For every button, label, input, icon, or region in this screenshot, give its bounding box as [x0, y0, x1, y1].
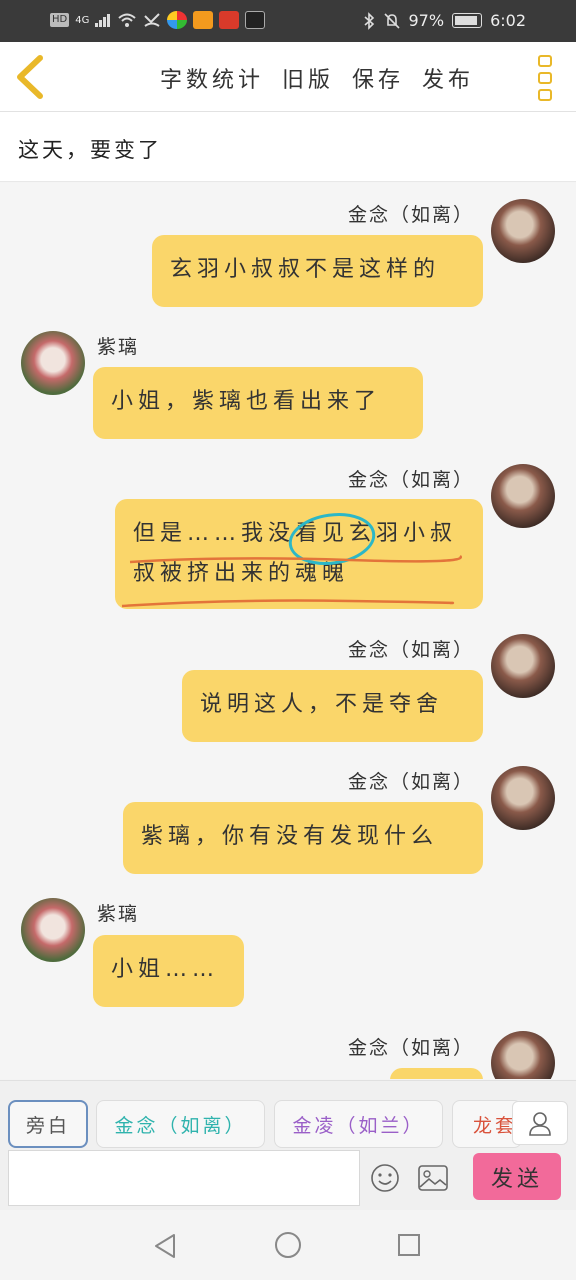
message-bubble[interactable]: 紫璃，你有没有发现什么 — [123, 802, 483, 874]
sender-name: 金念（如离） — [347, 1037, 474, 1059]
speaker-chip-label: 龙套 — [473, 1114, 518, 1137]
emoji-icon[interactable] — [370, 1163, 400, 1193]
nav-recent-icon[interactable] — [398, 1234, 420, 1256]
user-icon — [529, 1112, 551, 1136]
speaker-chip-label: 金凌（如兰） — [292, 1114, 425, 1137]
image-icon[interactable] — [417, 1163, 449, 1193]
sender-name: 金念（如离） — [347, 469, 474, 491]
network-label: 4G — [75, 14, 90, 26]
status-bar: HD 4G 97% 6:02 — [0, 0, 576, 42]
battery-percent: 97% — [408, 11, 445, 30]
avatar[interactable] — [491, 464, 555, 528]
sender-name: 紫璃 — [97, 336, 140, 358]
wifi-icon — [118, 13, 137, 27]
app-icon-2 — [193, 11, 214, 29]
chevron-left-icon — [17, 55, 43, 99]
chapter-title-bar[interactable]: 这天，要变了 — [0, 112, 576, 182]
missed-call-icon — [144, 13, 161, 27]
nav-back-icon[interactable] — [152, 1232, 178, 1260]
bluetooth-icon — [363, 11, 374, 30]
speaker-selector: 旁白 金念（如离） 金凌（如兰） 龙套 — [0, 1080, 576, 1150]
publish-button[interactable]: 发布 — [422, 62, 474, 94]
save-button[interactable]: 保存 — [352, 62, 404, 94]
avatar[interactable] — [21, 331, 85, 395]
nav-home-icon[interactable] — [275, 1232, 301, 1258]
message-bubble[interactable]: 小姐，紫璃也看出来了 — [93, 367, 423, 439]
word-count-button[interactable]: 字数统计 — [160, 62, 264, 94]
speaker-chip-label: 金念（如离） — [114, 1114, 247, 1137]
handwriting-annotation — [121, 513, 463, 608]
battery-icon — [452, 13, 483, 28]
send-button[interactable]: 发送 — [473, 1153, 561, 1200]
speaker-chip-label: 旁白 — [25, 1114, 70, 1137]
sender-name: 紫璃 — [97, 903, 140, 925]
top-nav: 字数统计 旧版 保存 发布 — [0, 42, 576, 112]
back-button[interactable] — [12, 54, 52, 100]
avatar[interactable] — [491, 634, 555, 698]
more-menu-button[interactable] — [538, 55, 554, 101]
clock: 6:02 — [490, 11, 526, 30]
avatar[interactable] — [491, 199, 555, 263]
app-icon-1 — [167, 11, 188, 29]
mute-icon — [383, 12, 400, 29]
message-bubble[interactable] — [390, 1068, 483, 1079]
old-version-button[interactable]: 旧版 — [282, 62, 334, 94]
add-character-button[interactable] — [512, 1101, 568, 1145]
avatar[interactable] — [491, 1031, 555, 1079]
speaker-chip-jinnian[interactable]: 金念（如离） — [96, 1100, 265, 1148]
signal-icon — [95, 14, 111, 27]
speaker-chip-jinling[interactable]: 金凌（如兰） — [274, 1100, 443, 1148]
system-nav-bar — [0, 1210, 576, 1280]
message-bubble[interactable]: 小姐…… — [93, 935, 244, 1007]
sender-name: 金念（如离） — [347, 639, 474, 661]
chapter-title: 这天，要变了 — [18, 138, 162, 162]
message-bubble[interactable]: 说明这人，不是夺舍 — [182, 670, 483, 742]
hd-indicator: HD — [50, 13, 70, 27]
sender-name: 金念（如离） — [347, 771, 474, 793]
message-input[interactable] — [8, 1150, 360, 1206]
avatar[interactable] — [21, 898, 85, 962]
speaker-chip-narrator[interactable]: 旁白 — [8, 1100, 88, 1148]
input-row: 发送 — [0, 1150, 576, 1210]
chat-area[interactable]: 金念（如离） 玄羽小叔叔不是这样的 紫璃 小姐，紫璃也看出来了 金念（如离） 但… — [0, 183, 576, 1079]
app-icon-4 — [245, 11, 266, 29]
message-bubble[interactable]: 玄羽小叔叔不是这样的 — [152, 235, 483, 307]
app-icon-3 — [219, 11, 240, 29]
avatar[interactable] — [491, 766, 555, 830]
sender-name: 金念（如离） — [347, 204, 474, 226]
